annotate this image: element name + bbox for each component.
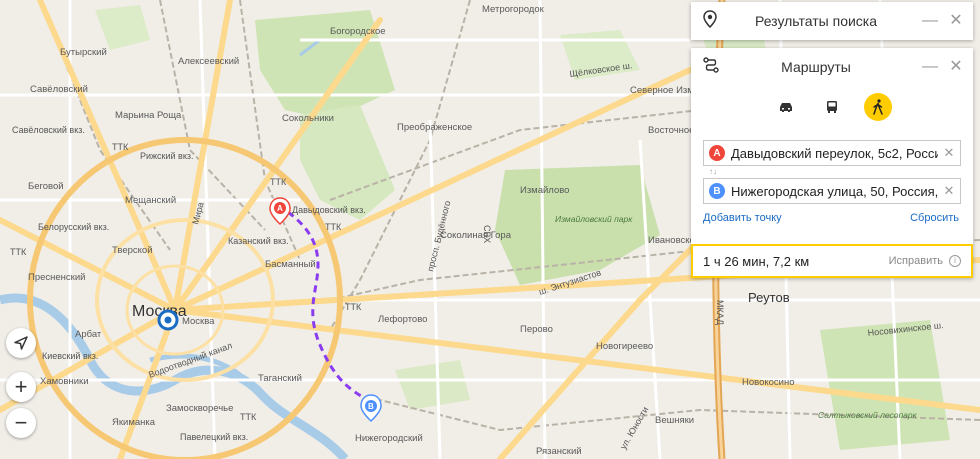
car-icon[interactable] bbox=[772, 93, 800, 121]
map-label: ТТК bbox=[112, 142, 129, 152]
map-label: Мещанский bbox=[125, 195, 176, 206]
map-label: Басманный bbox=[265, 259, 316, 270]
svg-text:B: B bbox=[368, 402, 374, 411]
route-point-b-field[interactable]: B Нижегородская улица, 50, Россия, ✕ bbox=[703, 178, 961, 204]
walk-icon[interactable] bbox=[864, 93, 892, 121]
zoom-out-button[interactable]: − bbox=[6, 408, 36, 438]
location-pin-icon bbox=[703, 9, 719, 33]
locate-icon[interactable] bbox=[6, 328, 36, 358]
reset-link[interactable]: Сбросить bbox=[910, 212, 959, 224]
clear-icon[interactable]: ✕ bbox=[938, 145, 960, 161]
map-label: ТТК bbox=[325, 222, 342, 232]
map-label: Беговой bbox=[28, 181, 64, 192]
map-label: Павелецкий вкз. bbox=[180, 432, 248, 442]
transport-mode-selector bbox=[691, 90, 973, 124]
map-label: Тверской bbox=[112, 245, 153, 256]
minimize-icon[interactable]: — bbox=[921, 12, 939, 30]
map-label: Перово bbox=[520, 324, 553, 335]
map-label: ТТК bbox=[10, 247, 27, 257]
svg-text:Москва: Москва bbox=[182, 316, 215, 327]
map-label: Лефортово bbox=[378, 314, 427, 325]
map-label: Давыдовский вкз. bbox=[292, 205, 366, 215]
bus-icon[interactable] bbox=[818, 93, 846, 121]
map-label: ТТК bbox=[240, 412, 257, 422]
map-label: Алексеевский bbox=[178, 56, 239, 67]
map-label: Соколиная Гора bbox=[440, 230, 512, 241]
point-b-input[interactable]: Нижегородская улица, 50, Россия, bbox=[731, 184, 938, 199]
map-label: Преображенское bbox=[397, 122, 472, 133]
map-label: Таганский bbox=[258, 373, 302, 384]
map-label: Бутырский bbox=[60, 47, 107, 58]
map-label: Якиманка bbox=[112, 417, 156, 428]
map-label: Нижегородский bbox=[355, 433, 423, 444]
map-label: Сокольники bbox=[282, 113, 334, 124]
minimize-icon[interactable]: — bbox=[921, 58, 939, 76]
map-label: Новогиреево bbox=[596, 341, 653, 352]
map-label: Салтыковский лесопарк bbox=[818, 410, 918, 420]
map-label: Измайлово bbox=[520, 185, 569, 196]
add-point-link[interactable]: Добавить точку bbox=[703, 212, 782, 224]
zoom-in-button[interactable]: + bbox=[6, 372, 36, 402]
map-label: Пресненский bbox=[28, 272, 85, 283]
svg-text:A: A bbox=[277, 204, 283, 213]
point-a-input[interactable]: Давыдовский переулок, 5с2, Россия bbox=[731, 146, 938, 161]
map-label: Рязанский bbox=[536, 446, 582, 457]
map-label: Измайловский парк bbox=[555, 214, 633, 224]
routes-panel: Маршруты — ✕ A Давыдовский переулок, 5с2… bbox=[691, 48, 973, 278]
map-label: Богородское bbox=[330, 26, 386, 37]
search-results-panel: Результаты поиска — ✕ bbox=[691, 2, 973, 40]
map-label: Арбат bbox=[75, 329, 102, 340]
fix-route-link[interactable]: Исправить bbox=[889, 255, 943, 267]
map-label: Белорусский вкз. bbox=[38, 222, 109, 232]
map-label: МКАД bbox=[715, 300, 725, 325]
map-label: СВХ bbox=[482, 225, 492, 243]
map-label: ТТК bbox=[345, 302, 362, 312]
swap-icon[interactable]: ↑↓ bbox=[709, 166, 973, 178]
route-point-a-field[interactable]: A Давыдовский переулок, 5с2, Россия ✕ bbox=[703, 140, 961, 166]
point-b-badge: B bbox=[709, 183, 725, 199]
map-label: ТТК bbox=[270, 177, 287, 187]
map-label: Киевский вкз. bbox=[42, 351, 98, 361]
map-label: Марьина Роща bbox=[115, 110, 182, 121]
info-icon[interactable]: i bbox=[949, 255, 961, 267]
map-label: Метрогородок bbox=[482, 4, 545, 15]
point-a-badge: A bbox=[709, 145, 725, 161]
map-label: Вешняки bbox=[655, 415, 694, 426]
map-label: Замоскворечье bbox=[166, 403, 233, 414]
close-icon[interactable]: ✕ bbox=[947, 12, 965, 30]
search-panel-title: Результаты поиска bbox=[754, 13, 878, 29]
map-label: Хамовники bbox=[40, 376, 89, 387]
map-label: Казанский вкз. bbox=[228, 236, 289, 246]
clear-icon[interactable]: ✕ bbox=[938, 183, 960, 199]
close-icon[interactable]: ✕ bbox=[947, 58, 965, 76]
route-summary: 1 ч 26 мин, 7,2 км bbox=[703, 253, 810, 269]
map-label: Савёловский bbox=[30, 84, 88, 95]
map-label: Савёловский вкз. bbox=[12, 125, 85, 135]
map-label: Рижский вкз. bbox=[140, 151, 194, 161]
routes-panel-title: Маршруты bbox=[781, 59, 851, 75]
route-icon bbox=[703, 56, 719, 78]
map-label-city: Реутов bbox=[748, 290, 790, 305]
map-label: Новокосино bbox=[742, 377, 795, 388]
route-result[interactable]: 1 ч 26 мин, 7,2 км Исправить i bbox=[691, 244, 973, 278]
